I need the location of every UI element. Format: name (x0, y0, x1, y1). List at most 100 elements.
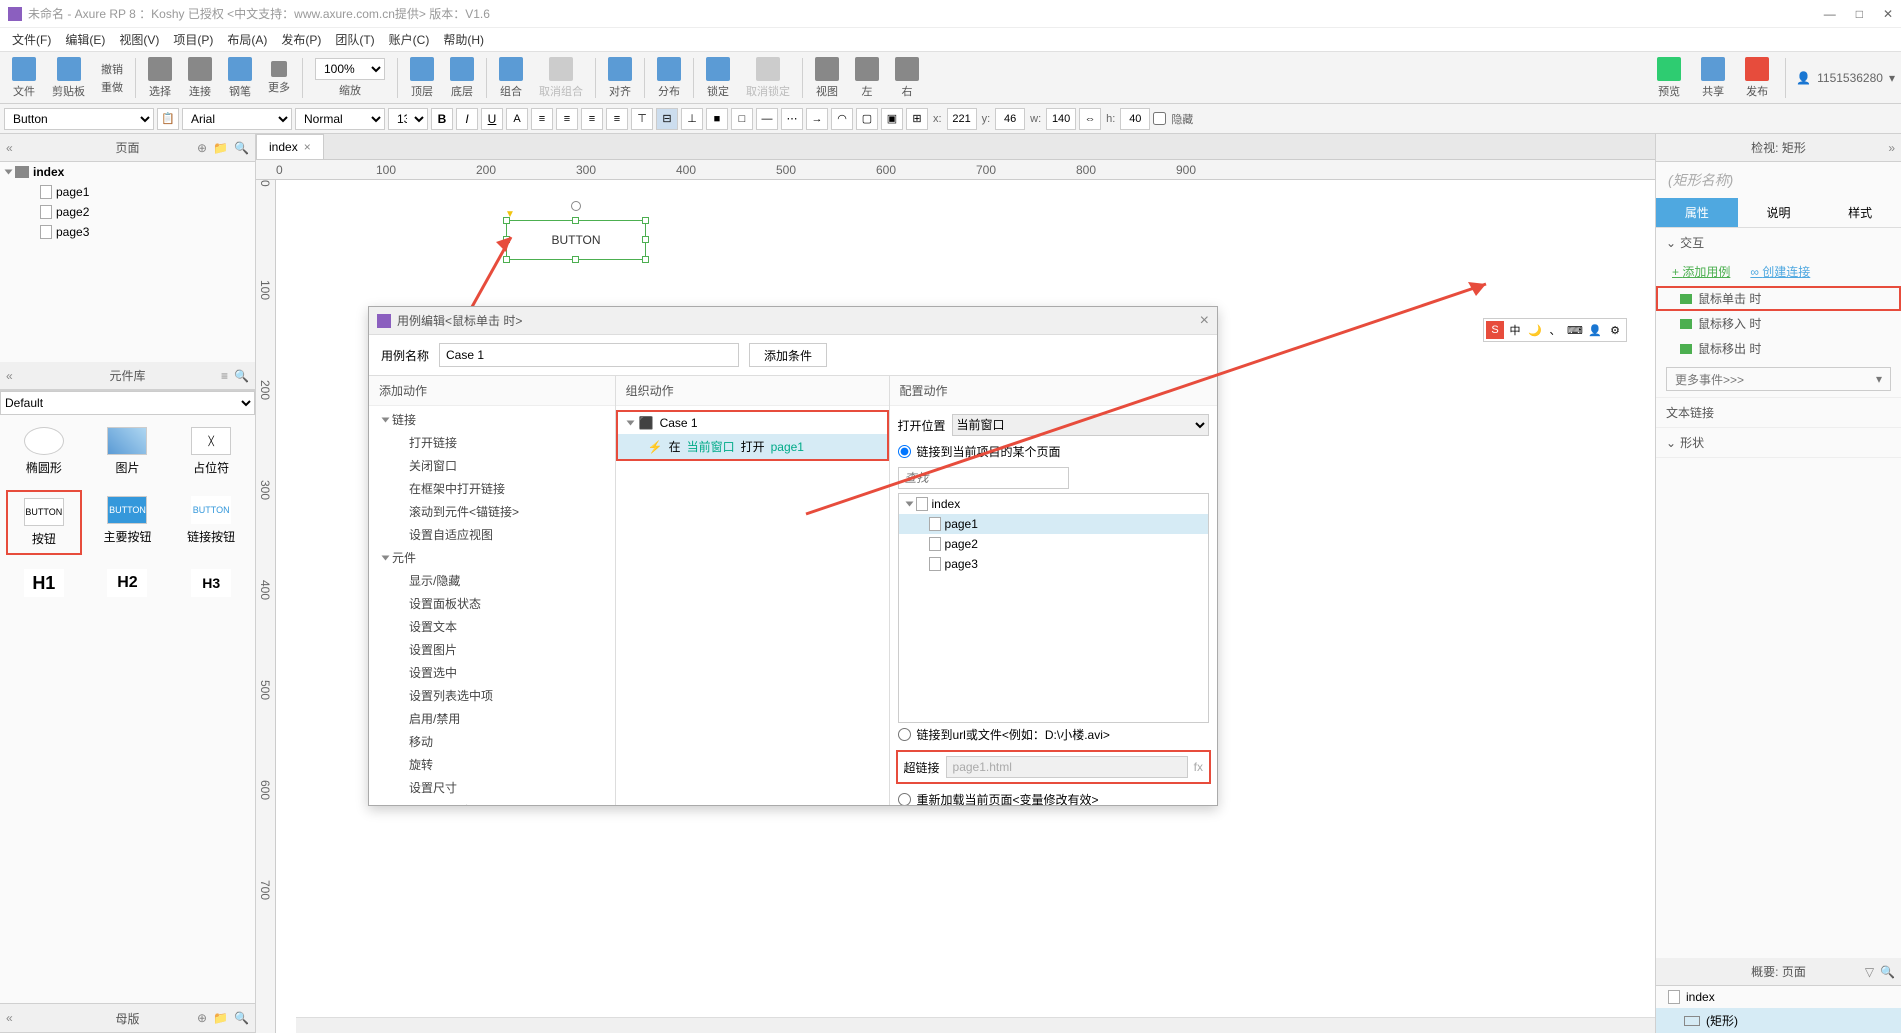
italic-button[interactable]: I (456, 108, 478, 130)
action-group-link[interactable]: 链接 (369, 408, 615, 431)
right-icon[interactable] (895, 57, 919, 81)
menu-view[interactable]: 视图(V) (113, 29, 165, 50)
close-button[interactable]: ✕ (1883, 7, 1893, 21)
action-item[interactable]: 显示/隐藏 (369, 569, 615, 592)
fill-color-button[interactable]: ■ (706, 108, 728, 130)
menu-team[interactable]: 团队(T) (329, 29, 380, 50)
add-folder-icon[interactable]: 📁 (213, 1011, 228, 1025)
line-width-button[interactable]: — (756, 108, 778, 130)
outline-root[interactable]: index (1656, 986, 1901, 1008)
resize-handle[interactable] (503, 217, 510, 224)
lib-widget-primary-button[interactable]: BUTTON主要按钮 (90, 490, 166, 555)
page-tree-item[interactable]: page2 (0, 202, 255, 222)
size-select[interactable]: 13 (388, 108, 428, 130)
resize-handle[interactable] (572, 256, 579, 263)
clipboard-icon[interactable] (57, 57, 81, 81)
valign-bot-button[interactable]: ⊥ (681, 108, 703, 130)
user-badge[interactable]: 👤1151536280▾ (1796, 71, 1895, 85)
menu-publish[interactable]: 发布(P) (275, 29, 327, 50)
weight-select[interactable]: Normal (295, 108, 385, 130)
group-icon[interactable] (499, 57, 523, 81)
tab-properties[interactable]: 属性 (1656, 198, 1738, 227)
h-input[interactable] (1120, 108, 1150, 130)
lib-widget-placeholder[interactable]: ╳占位符 (173, 421, 249, 482)
search-icon[interactable]: 🔍 (234, 369, 249, 383)
pen-icon[interactable] (228, 57, 252, 81)
dialog-close-button[interactable]: × (1200, 312, 1209, 330)
resize-handle[interactable] (503, 236, 510, 243)
action-item[interactable]: 设置选中 (369, 661, 615, 684)
lib-widget-link-button[interactable]: BUTTON链接按钮 (173, 490, 249, 555)
unlock-icon[interactable] (756, 57, 780, 81)
action-item[interactable]: 设置图片 (369, 638, 615, 661)
ime-settings-icon[interactable]: ⚙ (1606, 321, 1624, 339)
section-textlink[interactable]: 文本链接 (1656, 398, 1901, 427)
action-item[interactable]: 关闭窗口 (369, 454, 615, 477)
back-icon[interactable] (450, 57, 474, 81)
link-url-radio[interactable] (898, 728, 911, 741)
action-item[interactable]: 设置自适应视图 (369, 523, 615, 546)
tree-page[interactable]: page1 (899, 514, 1208, 534)
ime-logo-icon[interactable]: S (1486, 321, 1504, 339)
collapse-icon[interactable]: « (6, 1011, 13, 1025)
reload-radio[interactable] (898, 793, 911, 805)
ime-punct-icon[interactable]: 、 (1546, 321, 1564, 339)
tree-page[interactable]: page3 (899, 554, 1208, 574)
open-location-select[interactable]: 当前窗口 (952, 414, 1209, 436)
left-icon[interactable] (855, 57, 879, 81)
shape-type-select[interactable]: Button (4, 108, 154, 130)
y-input[interactable] (995, 108, 1025, 130)
rotate-handle[interactable] (571, 201, 581, 211)
expand-icon[interactable]: » (1888, 141, 1895, 155)
corner-button[interactable]: ◠ (831, 108, 853, 130)
file-icon[interactable] (12, 57, 36, 81)
resize-handle[interactable] (642, 217, 649, 224)
lib-widget-ellipse[interactable]: 椭圆形 (6, 421, 82, 482)
valign-top-button[interactable]: ⊤ (631, 108, 653, 130)
page-search-input[interactable] (898, 467, 1069, 489)
lock-icon[interactable] (706, 57, 730, 81)
align-right-button[interactable]: ≡ (606, 108, 628, 130)
event-onclick[interactable]: 鼠标单击 时 (1656, 286, 1901, 311)
action-item[interactable]: 设置尺寸 (369, 776, 615, 799)
lib-widget-h2[interactable]: H2 (90, 563, 166, 603)
border-color-button[interactable]: □ (731, 108, 753, 130)
front-icon[interactable] (410, 57, 434, 81)
page-tree-item[interactable]: page1 (0, 182, 255, 202)
padding-button[interactable]: ⊞ (906, 108, 928, 130)
event-mouseenter[interactable]: 鼠标移入 时 (1656, 311, 1901, 336)
add-condition-button[interactable]: 添加条件 (749, 343, 827, 367)
org-action-row[interactable]: ⚡ 在 当前窗口 打开 page1 (618, 434, 887, 459)
action-item[interactable]: 在框架中打开链接 (369, 477, 615, 500)
search-icon[interactable]: 🔍 (234, 141, 249, 155)
filter-icon[interactable]: ▽ (1865, 965, 1874, 979)
lib-widget-h1[interactable]: H1 (6, 563, 82, 603)
action-item[interactable]: 滚动到元件<锚链接> (369, 500, 615, 523)
ungroup-icon[interactable] (549, 57, 573, 81)
shadow-out-button[interactable]: ▢ (856, 108, 878, 130)
more-icon[interactable] (271, 61, 287, 77)
horizontal-scrollbar[interactable] (296, 1017, 1655, 1033)
w-input[interactable] (1046, 108, 1076, 130)
tree-root[interactable]: index (899, 494, 1208, 514)
page-tree-root[interactable]: index (0, 162, 255, 182)
x-input[interactable] (947, 108, 977, 130)
menu-project[interactable]: 项目(P) (167, 29, 219, 50)
action-item[interactable]: 打开链接 (369, 431, 615, 454)
selected-button-widget[interactable]: BUTTON ▼ (506, 220, 646, 260)
ime-lang-icon[interactable]: 中 (1506, 321, 1524, 339)
menu-help[interactable]: 帮助(H) (437, 29, 490, 50)
minimize-button[interactable]: — (1824, 7, 1836, 21)
menu-layout[interactable]: 布局(A) (221, 29, 273, 50)
shape-name-field[interactable]: (矩形名称) (1656, 162, 1901, 198)
add-case-link[interactable]: + 添加用例 (1672, 263, 1730, 280)
connect-icon[interactable] (188, 57, 212, 81)
valign-mid-button[interactable]: ⊟ (656, 108, 678, 130)
add-master-icon[interactable]: ⊕ (197, 1011, 207, 1025)
hyperlink-input[interactable] (946, 756, 1188, 778)
select-icon[interactable] (148, 57, 172, 81)
font-select[interactable]: Arial (182, 108, 292, 130)
underline-button[interactable]: U (481, 108, 503, 130)
collapse-icon[interactable]: « (6, 369, 13, 383)
line-style-button[interactable]: ⋯ (781, 108, 803, 130)
